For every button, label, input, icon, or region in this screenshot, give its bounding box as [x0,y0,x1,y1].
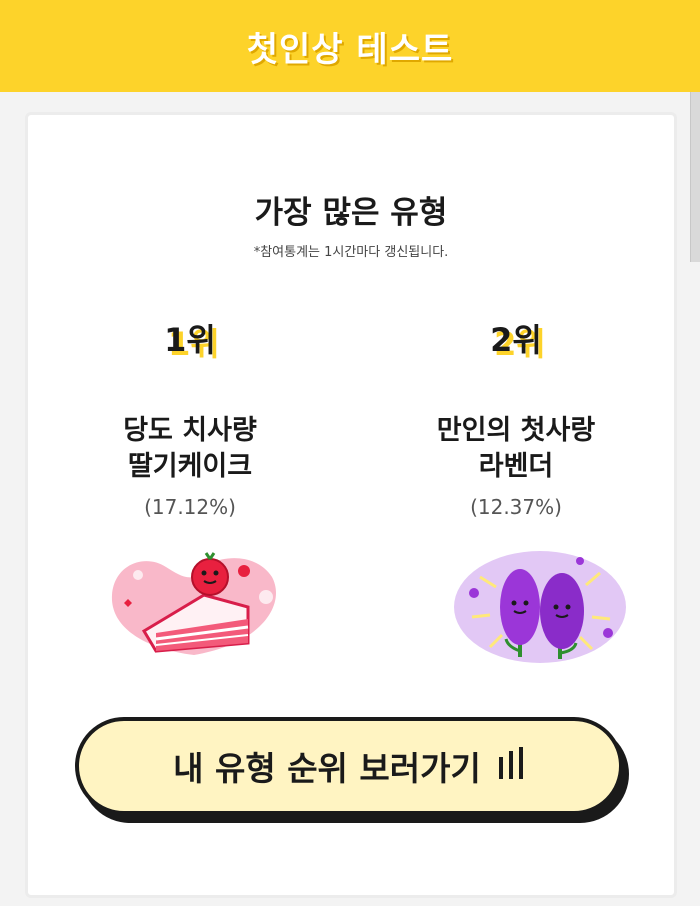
update-note: *참여통계는 1시간마다 갱신됩니다. [253,245,449,260]
lavender-illustration [454,551,626,663]
header-title: 첫인상 테스트 [246,29,454,70]
app-header: 첫인상 테스트 [0,0,700,92]
type-name-line2: 딸기케이크 [127,451,253,482]
type-name-line1: 만인의 첫사랑 [436,415,596,446]
stats-card: 가장 많은 유형 *참여통계는 1시간마다 갱신됩니다. 1위 당도 치사량 딸… [25,112,677,898]
view-my-rank-button[interactable]: 내 유형 순위 보러가기 [75,717,623,815]
type-percent: (12.37%) [470,495,562,519]
bars-icon [497,747,525,785]
rank-badge: 1위 [164,321,216,359]
strawberry-cake-illustration [111,552,276,655]
cta-label: 내 유형 순위 보러가기 [173,749,481,788]
rank-badge: 2위 [490,321,542,359]
type-name-line2: 라벤더 [478,451,554,482]
type-percent: (17.12%) [144,495,236,519]
scrollbar[interactable] [690,92,700,262]
section-title: 가장 많은 유형 [254,195,448,231]
type-name-line1: 당도 치사량 [123,415,257,446]
